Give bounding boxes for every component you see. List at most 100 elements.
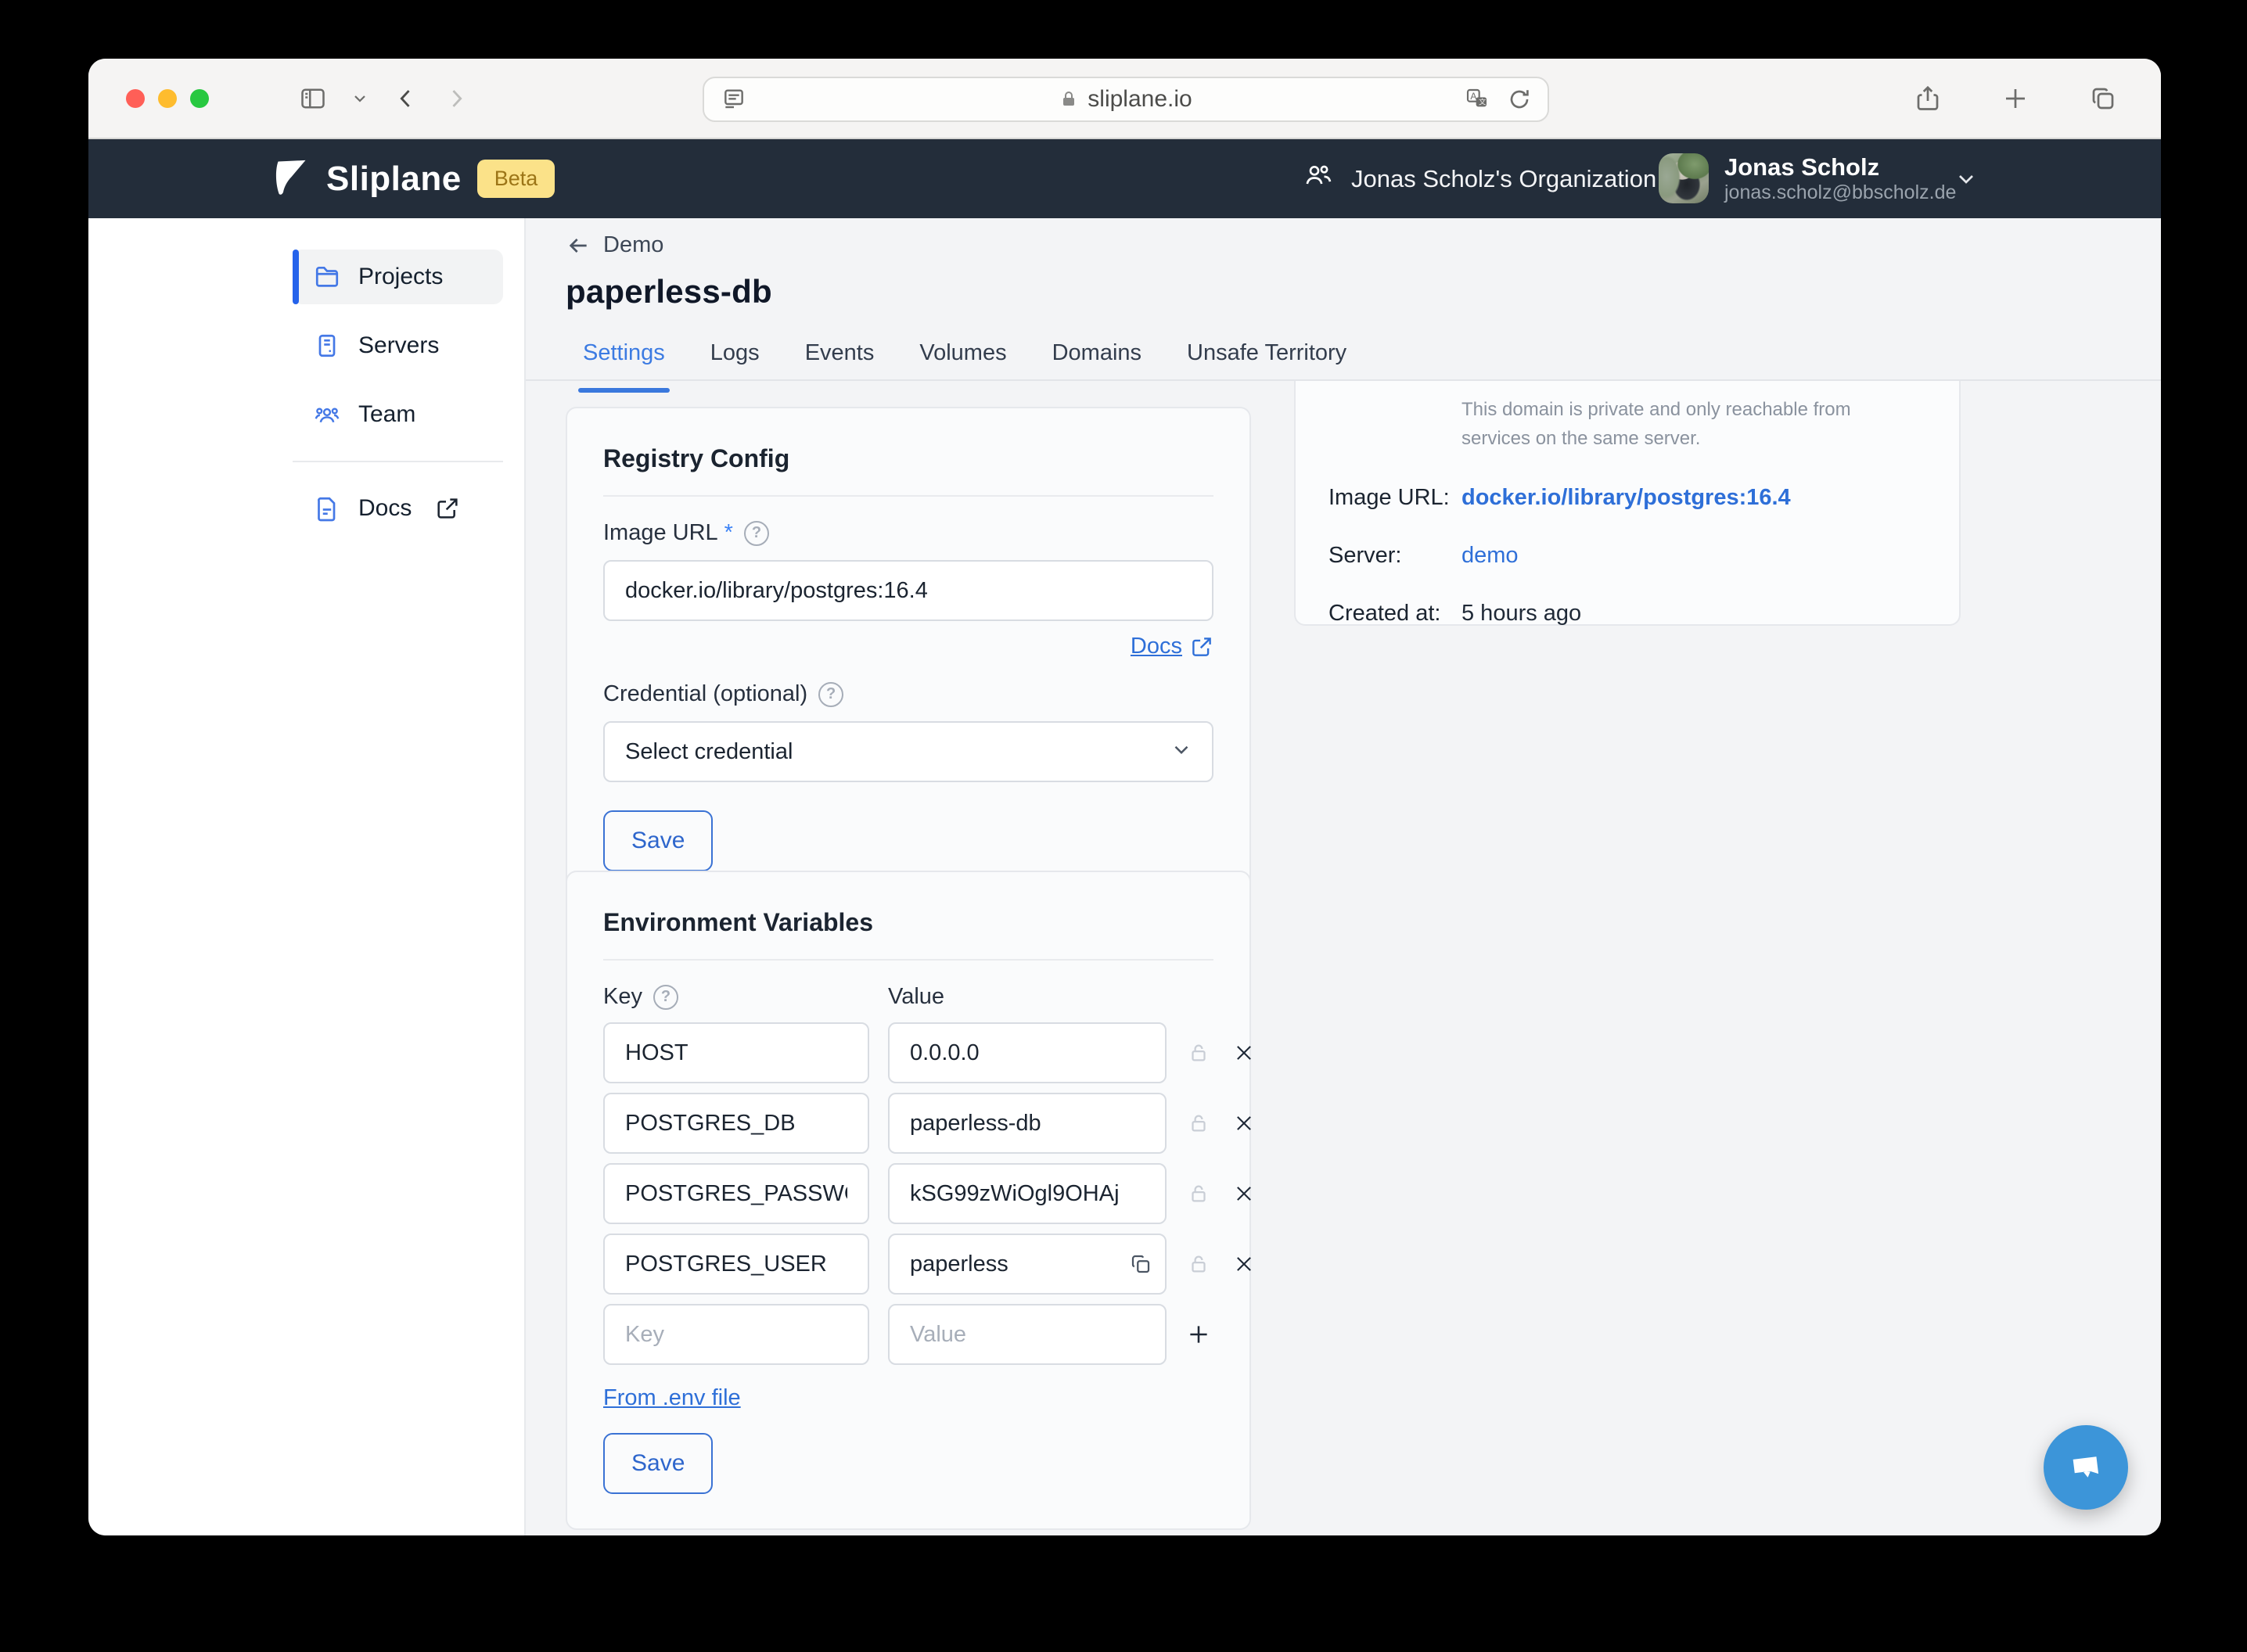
sidebar-item-team[interactable]: Team — [293, 387, 503, 442]
page-title: paperless-db — [566, 273, 772, 311]
remove-row-icon[interactable] — [1231, 1253, 1257, 1275]
remove-row-icon[interactable] — [1231, 1112, 1257, 1134]
organization-switcher[interactable]: Jonas Scholz's Organization — [1303, 160, 1694, 198]
env-var-row — [603, 1163, 1213, 1224]
address-bar[interactable]: sliplane.io A文 — [703, 77, 1549, 122]
chat-widget-button[interactable] — [2044, 1425, 2128, 1510]
zoom-window-button[interactable] — [190, 89, 209, 108]
close-window-button[interactable] — [126, 89, 145, 108]
document-icon — [313, 494, 341, 523]
svg-text:A: A — [1470, 91, 1476, 102]
private-domain-note: This domain is private and only reachabl… — [1461, 395, 1915, 453]
card-divider — [603, 959, 1213, 961]
lock-icon[interactable] — [1185, 1252, 1212, 1276]
help-icon[interactable]: ? — [818, 682, 843, 707]
env-value-input[interactable] — [888, 1163, 1167, 1224]
chevron-down-icon[interactable] — [351, 89, 369, 108]
breadcrumb[interactable]: Demo — [566, 232, 663, 258]
back-arrow-icon — [566, 233, 591, 258]
lock-icon[interactable] — [1185, 1182, 1212, 1205]
env-key-input[interactable] — [603, 1163, 869, 1224]
card-divider — [603, 495, 1213, 497]
env-var-row — [603, 1093, 1213, 1154]
card-title: Registry Config — [603, 444, 1213, 473]
help-icon[interactable]: ? — [744, 521, 769, 546]
detail-row-server: Server: demo — [1328, 543, 1928, 569]
server-label: Server: — [1328, 543, 1461, 569]
credential-label: Credential (optional) — [603, 681, 807, 707]
docs-link[interactable]: Docs — [1131, 634, 1213, 659]
sidebar-item-label: Servers — [358, 332, 439, 359]
env-var-row — [603, 1022, 1213, 1083]
sidebar-item-projects[interactable]: Projects — [293, 250, 503, 304]
new-tab-icon[interactable] — [2001, 84, 2029, 113]
beta-badge: Beta — [477, 160, 555, 198]
lock-icon[interactable] — [1185, 1041, 1212, 1065]
image-url-label: Image URL — [603, 520, 718, 546]
svg-text:文: 文 — [1479, 98, 1486, 106]
team-icon — [313, 400, 341, 429]
help-icon[interactable]: ? — [653, 985, 678, 1010]
forward-button[interactable] — [443, 85, 469, 112]
created-at-value: 5 hours ago — [1461, 601, 1928, 627]
card-title: Environment Variables — [603, 908, 1213, 937]
copy-icon[interactable] — [1129, 1252, 1152, 1276]
detail-row-created: Created at: 5 hours ago — [1328, 601, 1928, 627]
brand-name: Sliplane — [326, 160, 462, 199]
add-row-icon[interactable] — [1185, 1321, 1212, 1348]
env-var-row — [603, 1234, 1213, 1295]
sidebar-toggle-icon[interactable] — [299, 84, 327, 113]
translate-icon[interactable]: A文 — [1465, 87, 1490, 112]
env-key-input[interactable] — [603, 1093, 869, 1154]
user-name: Jonas Scholz — [1724, 153, 1956, 181]
lock-icon[interactable] — [1185, 1112, 1212, 1135]
back-button[interactable] — [393, 85, 419, 112]
credential-select[interactable]: Select credential — [603, 721, 1213, 782]
sidebar: Projects Servers Team — [88, 218, 526, 1535]
sliplane-logo-icon — [270, 156, 311, 201]
back-label: Demo — [603, 232, 663, 258]
minimize-window-button[interactable] — [158, 89, 177, 108]
tab-overview-icon[interactable] — [2089, 84, 2117, 113]
organization-icon — [1303, 160, 1334, 198]
url-text: sliplane.io — [1088, 86, 1192, 113]
created-at-label: Created at: — [1328, 601, 1461, 627]
env-key-input[interactable] — [603, 1022, 869, 1083]
image-url-label: Image URL: — [1328, 485, 1461, 511]
window-controls — [126, 89, 209, 108]
server-icon — [313, 332, 341, 360]
external-link-icon — [1190, 635, 1213, 659]
chevron-down-icon — [1170, 738, 1193, 766]
reload-icon[interactable] — [1507, 87, 1532, 112]
env-key-input[interactable] — [603, 1234, 869, 1295]
env-var-new-row — [603, 1304, 1213, 1365]
settings-scroll-area[interactable]: Registry Config Image URL * ? Docs — [526, 381, 2161, 1535]
env-save-button[interactable]: Save — [603, 1433, 713, 1494]
sidebar-item-label: Projects — [358, 264, 443, 290]
remove-row-icon[interactable] — [1231, 1042, 1257, 1064]
tls-lock-icon — [1059, 90, 1078, 109]
env-value-input[interactable] — [888, 1234, 1167, 1295]
from-env-file-link[interactable]: From .env file — [603, 1385, 741, 1411]
active-accent-bar — [293, 250, 299, 304]
brand-logo[interactable]: Sliplane Beta — [270, 156, 555, 201]
share-icon[interactable] — [1914, 84, 1942, 113]
detail-row-image-url: Image URL: docker.io/library/postgres:16… — [1328, 485, 1928, 511]
env-value-input[interactable] — [888, 1093, 1167, 1154]
image-url-link[interactable]: docker.io/library/postgres:16.4 — [1461, 485, 1928, 511]
new-value-input[interactable] — [888, 1304, 1167, 1365]
user-menu-chevron-down-icon[interactable] — [1954, 167, 1979, 192]
sidebar-item-label: Docs — [358, 495, 412, 522]
sidebar-item-docs[interactable]: Docs — [293, 481, 503, 536]
registry-config-card: Registry Config Image URL * ? Docs — [566, 407, 1251, 909]
value-column-header: Value — [888, 984, 1167, 1010]
registry-save-button[interactable]: Save — [603, 810, 713, 871]
remove-row-icon[interactable] — [1231, 1183, 1257, 1205]
image-url-input[interactable] — [603, 560, 1213, 621]
server-link[interactable]: demo — [1461, 543, 1928, 569]
sidebar-item-servers[interactable]: Servers — [293, 318, 503, 373]
new-key-input[interactable] — [603, 1304, 869, 1365]
browser-toolbar: sliplane.io A文 — [88, 59, 2161, 139]
env-value-input[interactable] — [888, 1022, 1167, 1083]
user-menu[interactable]: Jonas Scholz jonas.scholz@bbscholz.de — [1659, 153, 1956, 204]
